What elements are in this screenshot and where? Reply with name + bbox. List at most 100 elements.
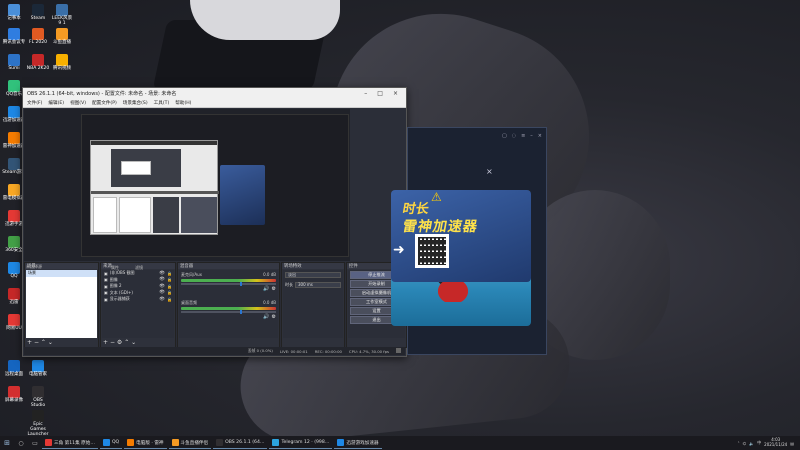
app-icon: [8, 158, 20, 170]
lock-icon[interactable]: 🔒: [167, 277, 172, 282]
menu-file[interactable]: 文件(F): [27, 100, 42, 106]
scene-item[interactable]: 场景: [26, 270, 97, 277]
menu-view[interactable]: 视图(V): [70, 100, 86, 106]
down-icon[interactable]: ⌄: [48, 339, 53, 346]
menu-tools[interactable]: 工具(T): [154, 100, 170, 106]
taskbar-app[interactable]: 电脑版 · 雷神: [124, 437, 167, 449]
remove-icon[interactable]: −: [34, 339, 39, 346]
properties-tab[interactable]: 属性: [111, 265, 119, 271]
app-icon: [102, 439, 110, 446]
filters-tab[interactable]: 滤镜: [135, 265, 143, 271]
gear-icon[interactable]: ⚙: [117, 339, 122, 346]
taskbar-apps: 三角 第11集 原始… QQ 电脑版 · 雷神 斗鱼直播伴侣 OBS 26.1.1 (6…: [42, 437, 384, 449]
taskbar-app[interactable]: 斗鱼直播伴侣: [168, 437, 212, 449]
taskbar-app-label: OBS 26.1.1 (64…: [225, 440, 265, 445]
visibility-icon[interactable]: 👁: [159, 284, 165, 289]
desktop-icon[interactable]: OBS Studio: [26, 386, 50, 409]
desktop-icon[interactable]: Sumi: [2, 54, 26, 72]
clock[interactable]: 4:03 2021/11/24: [764, 438, 787, 447]
app-icon: [8, 386, 20, 398]
network-icon[interactable]: ⌬: [743, 441, 747, 446]
ime-icon[interactable]: 中: [757, 440, 761, 446]
arrow-icon: ➜: [393, 242, 405, 258]
taskbar-app[interactable]: QQ: [99, 437, 123, 449]
desktop-icon[interactable]: Epic Games Launcher: [26, 410, 50, 438]
visibility-icon[interactable]: 👁: [159, 277, 165, 282]
notification-icon[interactable]: ▤: [790, 441, 794, 446]
app-icon: [32, 28, 44, 40]
window-close-icon[interactable]: ×: [538, 133, 542, 139]
desktop-icon[interactable]: 屏幕录像: [2, 386, 26, 404]
ad-close-button[interactable]: ×: [486, 167, 493, 176]
windows-start-icon[interactable]: ⊞: [0, 439, 14, 447]
desktop-icon[interactable]: 斗鱼直播: [50, 28, 74, 46]
desktop-icon-label: NBA 2K20: [26, 66, 50, 71]
taskbar-app[interactable]: Telegram 12 · (998…: [269, 437, 333, 449]
obs-preview[interactable]: [24, 109, 350, 261]
visibility-icon[interactable]: 👁: [159, 297, 165, 302]
lock-icon[interactable]: 🔒: [167, 290, 172, 295]
add-icon[interactable]: +: [103, 339, 108, 346]
source-item[interactable]: ▣ 显示器捕获 👁 🔒: [102, 296, 174, 303]
taskbar-app[interactable]: 迅游游戏加速器: [334, 437, 382, 449]
volume-icon[interactable]: 🔈: [749, 441, 754, 446]
menu-help[interactable]: 帮助(H): [175, 100, 191, 106]
app-icon: [56, 54, 68, 66]
menu-edit[interactable]: 编辑(E): [48, 100, 64, 106]
transition-select[interactable]: 淡出: [285, 272, 341, 278]
desktop-icon[interactable]: FL 2020: [26, 28, 50, 46]
menu-icon[interactable]: ≡: [521, 133, 525, 139]
minimize-icon[interactable]: –: [530, 133, 533, 139]
up-icon[interactable]: ⌃: [41, 339, 46, 346]
maximize-icon[interactable]: □: [377, 90, 383, 97]
add-icon[interactable]: +: [27, 339, 32, 346]
desktop-icon[interactable]: 记事本: [2, 4, 26, 22]
speaker-icon[interactable]: 🔊: [263, 314, 269, 320]
minimize-icon[interactable]: –: [364, 90, 367, 97]
desktop-icon[interactable]: 远程桌面: [2, 360, 26, 378]
lock-icon[interactable]: 🔒: [167, 271, 172, 276]
menu-scene-collection[interactable]: 场景集合(S): [123, 100, 148, 106]
speaker-icon[interactable]: 🔊: [263, 286, 269, 292]
gear-icon[interactable]: ⚙: [272, 286, 276, 292]
visibility-icon[interactable]: 👁: [159, 290, 165, 295]
taskbar-app[interactable]: OBS 26.1.1 (64…: [213, 437, 268, 449]
lock-icon[interactable]: 🔒: [167, 284, 172, 289]
obs-titlebar[interactable]: OBS 26.1.1 (64-bit, windows) - 配置文件: 未命名…: [23, 88, 406, 99]
remove-icon[interactable]: −: [110, 339, 115, 346]
desktop-icon[interactable]: 腾讯会议专: [2, 28, 26, 46]
taskbar-app-label: QQ: [111, 440, 120, 445]
desktop-icon[interactable]: Steam: [26, 4, 50, 22]
obs-statusbar: 丢帧 0 (0.0%) LIVE: 00:00:01 REC: 00:00:00…: [24, 347, 405, 355]
app-icon: [32, 386, 44, 398]
close-icon[interactable]: ×: [393, 90, 398, 97]
desktop-icon[interactable]: 腾讯视频: [50, 54, 74, 72]
mixer-dock: 混音器 麦克风/Aux 0.0 dB 🔊 ⚙ 桌面音频 0.0 dB 🔊 ⚙: [177, 262, 280, 348]
taskbar-app[interactable]: 三角 第11集 原始…: [42, 437, 98, 449]
app-icon: [171, 439, 179, 446]
volume-slider[interactable]: [181, 310, 276, 314]
settings-icon[interactable]: ◌: [512, 133, 516, 139]
menu-profile[interactable]: 配置文件(P): [92, 100, 117, 106]
duration-input[interactable]: 300 ms: [295, 282, 341, 288]
desktop-icon-label: OBS Studio: [30, 398, 46, 408]
clock-date: 2021/11/24: [764, 442, 788, 447]
accelerator-ad-popup[interactable]: ▢ ◌ ≡ – × × 时长 ⚠ 雷神加速器 ➜: [391, 127, 547, 355]
message-icon[interactable]: ▢: [502, 133, 507, 139]
obs-window[interactable]: OBS 26.1.1 (64-bit, windows) - 配置文件: 未命名…: [22, 87, 407, 357]
volume-slider[interactable]: [181, 282, 276, 286]
ad-banner[interactable]: 时长 ⚠ 雷神加速器 ➜: [391, 190, 531, 282]
gear-icon[interactable]: ⚙: [272, 314, 276, 320]
desktop-icon[interactable]: LEEK风景 9 1: [50, 4, 74, 27]
down-icon[interactable]: ⌄: [131, 339, 136, 346]
lock-icon[interactable]: 🔒: [167, 297, 172, 302]
chevron-up-icon[interactable]: ˄: [738, 441, 740, 446]
task-view-icon[interactable]: ▭: [28, 440, 42, 447]
up-icon[interactable]: ⌃: [124, 339, 129, 346]
desktop-icon[interactable]: 电脑管家: [26, 360, 50, 378]
visibility-icon[interactable]: 👁: [159, 271, 165, 276]
desktop-icon[interactable]: NBA 2K20: [26, 54, 50, 72]
source-type-icon: ▣: [104, 270, 108, 276]
search-icon[interactable]: ○: [14, 440, 28, 447]
app-icon: [8, 360, 20, 372]
